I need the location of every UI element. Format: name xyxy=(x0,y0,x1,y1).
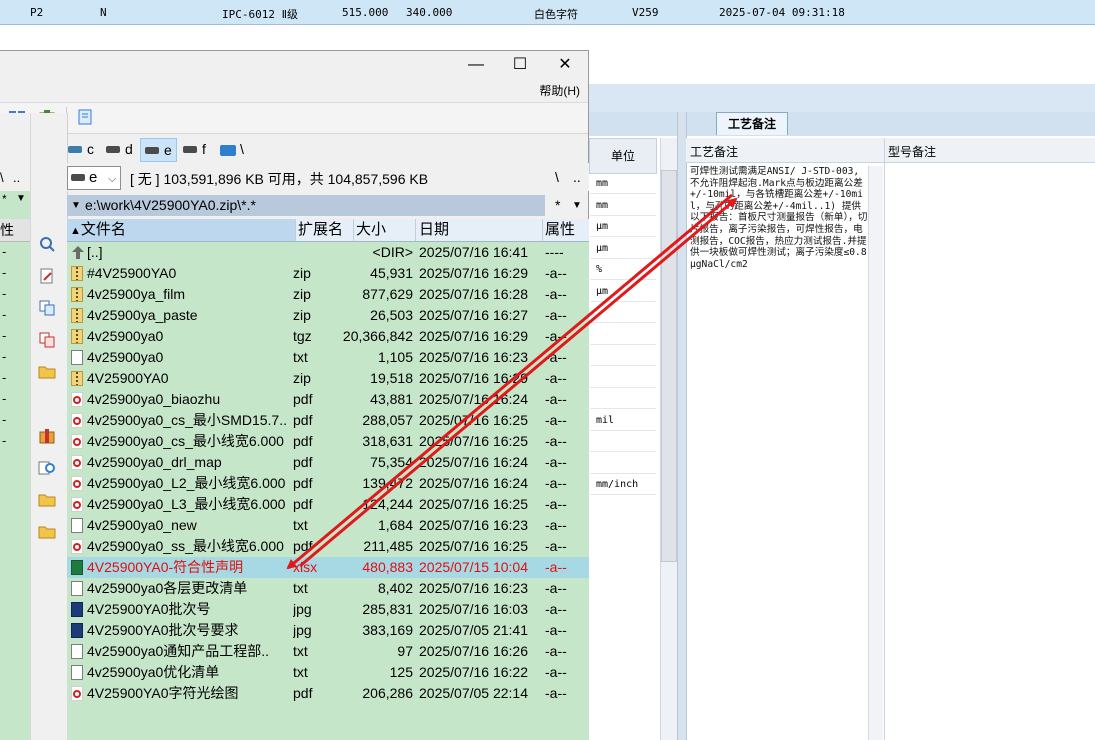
annotation-overlay xyxy=(286,193,738,570)
annotation-arrow xyxy=(299,197,738,568)
annotation-arrow xyxy=(286,193,733,570)
